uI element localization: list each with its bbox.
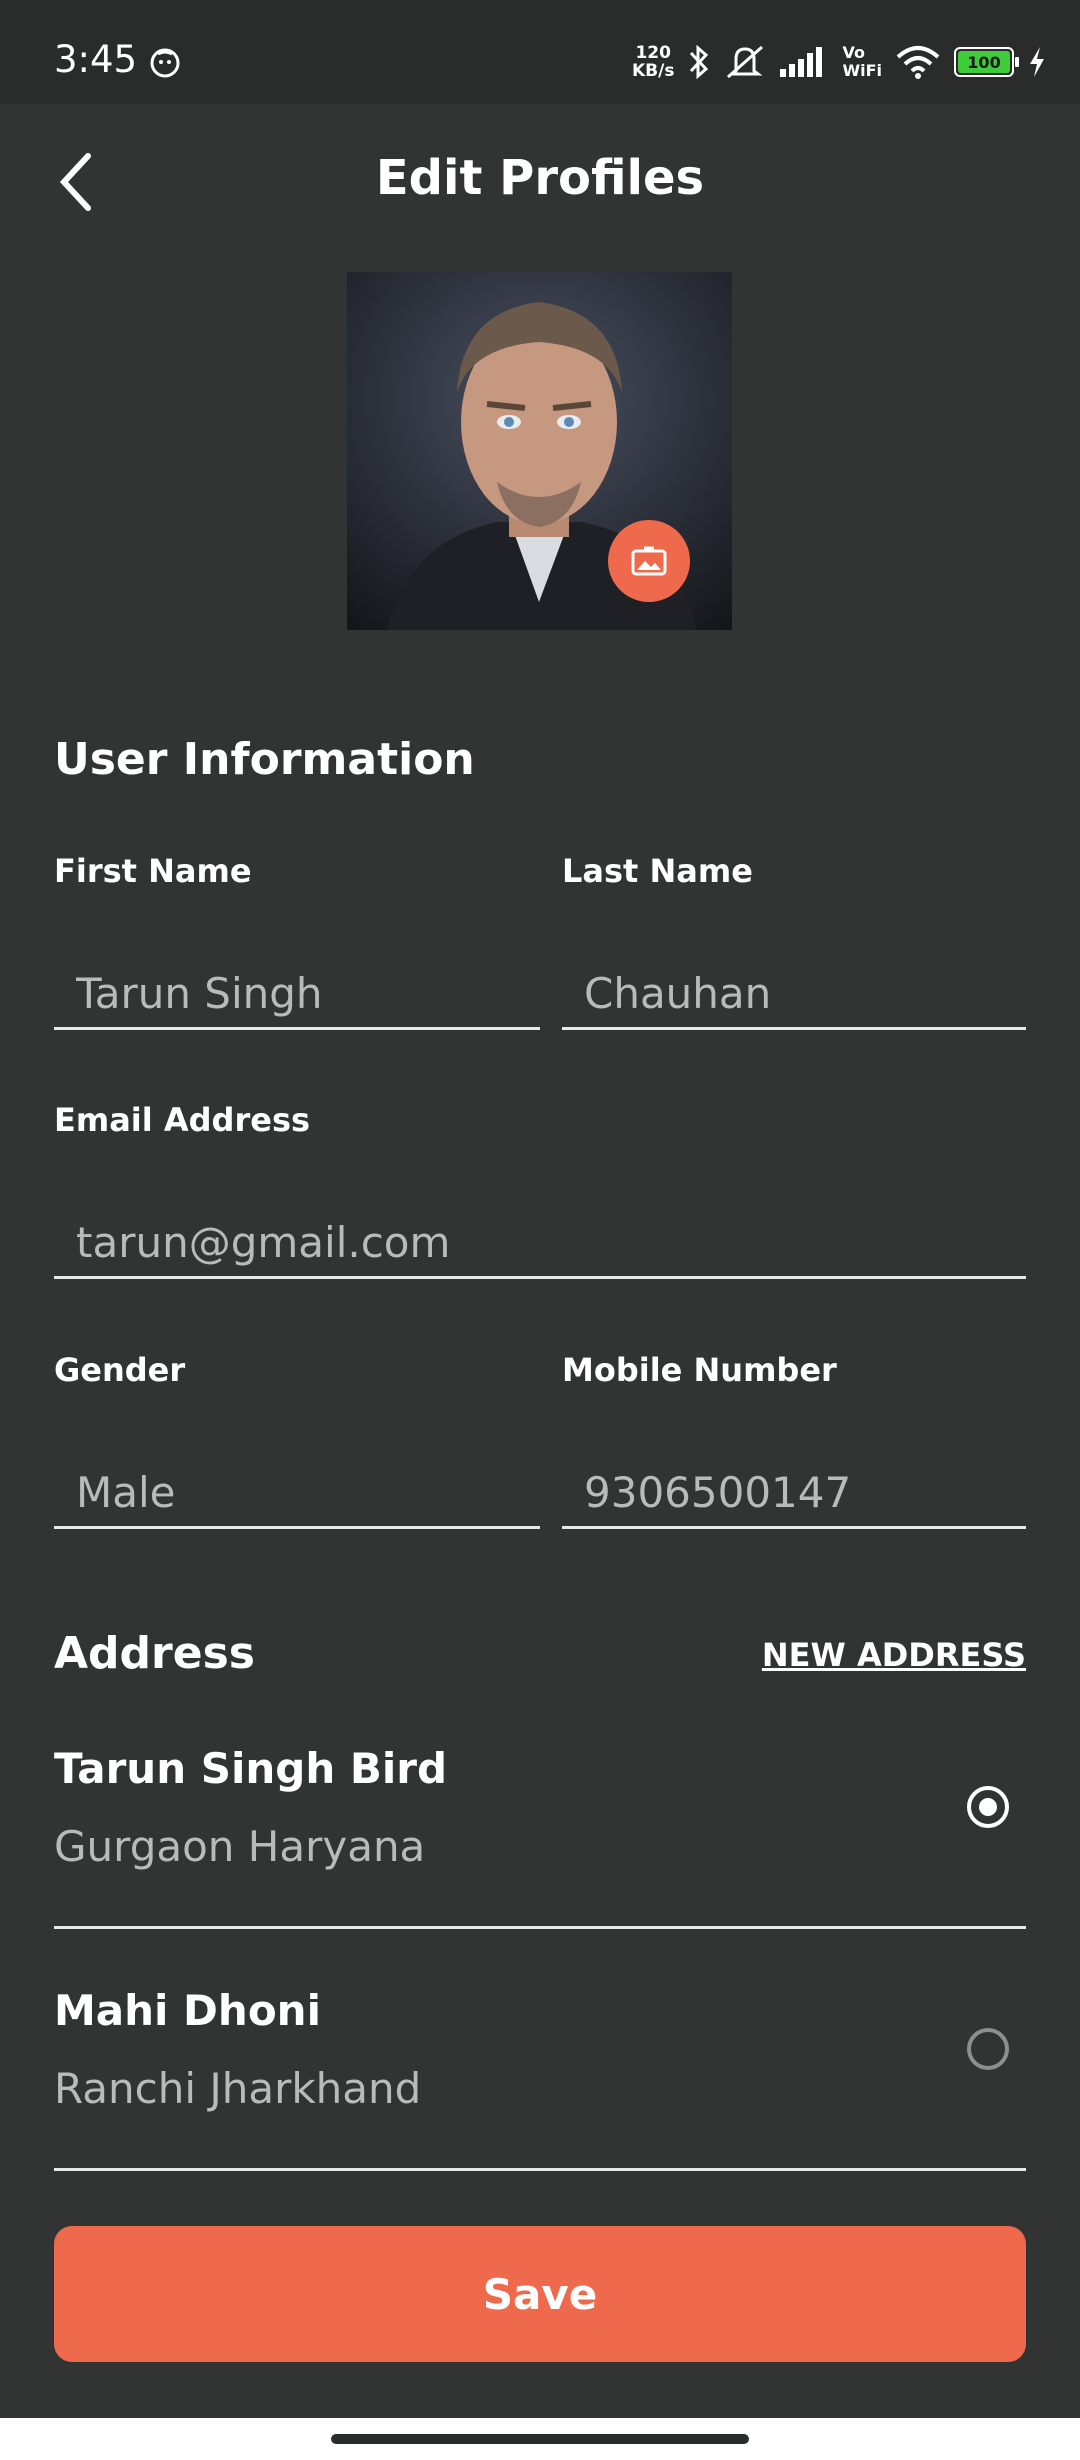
user-information-title: User Information — [54, 734, 475, 785]
divider — [54, 2168, 1026, 2171]
new-address-link[interactable]: NEW ADDRESS — [762, 1636, 1026, 1674]
gender-field[interactable] — [54, 1459, 540, 1529]
mute-icon — [727, 45, 764, 79]
signal-icon — [780, 47, 823, 77]
mobile-number-label: Mobile Number — [562, 1351, 837, 1389]
address-location: Ranchi Jharkhand — [54, 2064, 422, 2113]
email-field[interactable] — [54, 1209, 1026, 1279]
divider — [54, 1926, 1026, 1929]
mobile-number-field[interactable] — [562, 1459, 1026, 1529]
image-icon — [631, 546, 667, 576]
bluetooth-icon — [690, 44, 709, 80]
last-name-field[interactable] — [562, 960, 1026, 1030]
vowifi-indicator: Vo WiFi — [842, 43, 882, 80]
last-name-label: Last Name — [562, 852, 753, 890]
network-speed: 120 KB/s — [631, 43, 675, 81]
change-photo-button[interactable] — [608, 520, 690, 602]
battery-level: 100 — [967, 52, 1001, 72]
address-location: Gurgaon Haryana — [54, 1822, 426, 1871]
charging-icon — [1030, 47, 1044, 77]
address-radio[interactable] — [967, 2028, 1009, 2070]
status-icons: 120 KB/s Vo WiFi 100 — [632, 40, 1046, 84]
wifi-icon — [896, 46, 940, 79]
status-time: 3:45 — [54, 38, 138, 81]
first-name-label: First Name — [54, 852, 252, 890]
address-name: Tarun Singh Bird — [54, 1744, 448, 1793]
gender-label: Gender — [54, 1351, 186, 1389]
first-name-field[interactable] — [54, 960, 540, 1030]
email-label: Email Address — [54, 1101, 311, 1139]
notification-app-icon — [150, 48, 180, 78]
battery-indicator: 100 — [954, 47, 1019, 77]
save-button[interactable]: Save — [54, 2226, 1026, 2362]
address-name: Mahi Dhoni — [54, 1986, 321, 2035]
page-title: Edit Profiles — [375, 150, 705, 206]
home-indicator[interactable] — [331, 2434, 749, 2444]
address-radio-selected[interactable] — [967, 1786, 1009, 1828]
address-title: Address — [54, 1628, 255, 1679]
status-bar: 3:45 120 KB/s Vo WiFi 100 — [0, 0, 1080, 104]
